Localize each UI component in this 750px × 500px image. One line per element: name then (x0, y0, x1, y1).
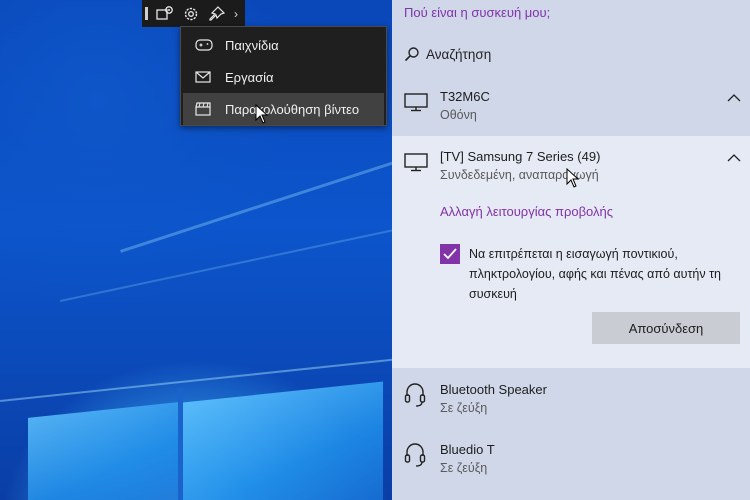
device-name: Bluedio T (440, 442, 495, 457)
menu-item-games[interactable]: Παιχνίδια (181, 29, 386, 61)
video-clapper-icon (195, 102, 215, 116)
disconnect-button[interactable]: Αποσύνδεση (592, 312, 740, 344)
light-beam (60, 212, 392, 302)
headset-icon (404, 442, 426, 473)
connect-panel: Πού είναι η συσκευή μου; Αναζήτηση T32M6… (392, 0, 750, 500)
windows-logo-divider (178, 387, 183, 500)
device-status: Σε ζεύξη (440, 401, 488, 415)
windows-logo-pane (183, 381, 383, 500)
device-name: T32M6C (440, 89, 490, 104)
device-name: [TV] Samsung 7 Series (49) (440, 149, 601, 164)
monitor-icon (404, 152, 428, 177)
checkmark-icon (443, 248, 457, 260)
drag-handle[interactable] (145, 7, 148, 20)
chevron-right-icon[interactable]: › (234, 7, 238, 21)
device-status: Σε ζεύξη (440, 461, 488, 475)
menu-item-watch-video[interactable]: Παρακολούθηση βίντεο (183, 93, 384, 125)
windows-logo-pane (28, 402, 178, 500)
light-beam (120, 120, 392, 253)
mail-icon (195, 71, 215, 83)
monitor-icon (404, 92, 428, 117)
where-is-my-device-link[interactable]: Πού είναι η συσκευή μου; (404, 5, 550, 20)
chevron-up-icon[interactable] (726, 153, 742, 163)
chevron-up-icon[interactable] (726, 93, 742, 103)
search-label: Αναζήτηση (426, 46, 492, 62)
device-status: Συνδεδεμένη, αναπαραγωγή (440, 168, 599, 182)
settings-icon[interactable] (180, 3, 202, 25)
headset-icon (404, 382, 426, 413)
device-item-samsung-tv[interactable]: [TV] Samsung 7 Series (49) Συνδεδεμένη, … (392, 136, 750, 368)
allow-input-checkbox[interactable] (440, 244, 460, 264)
device-item-t32m6c[interactable]: T32M6C Οθόνη (392, 80, 750, 136)
screen-capture-icon[interactable] (154, 3, 176, 25)
menu-item-label: Παιχνίδια (225, 37, 279, 53)
device-item-bluedio-t[interactable]: Bluedio T Σε ζεύξη (392, 428, 750, 488)
device-status: Οθόνη (440, 108, 477, 122)
search-icon (404, 46, 420, 62)
device-name: Bluetooth Speaker (440, 382, 547, 397)
gamepad-icon (195, 39, 215, 51)
pin-icon[interactable] (206, 3, 228, 25)
change-projection-mode-link[interactable]: Αλλαγή λειτουργίας προβολής (440, 204, 613, 219)
profile-menu: Παιχνίδια Εργασία Παρακολούθηση βίντεο (180, 26, 387, 126)
device-item-bluetooth-speaker[interactable]: Bluetooth Speaker Σε ζεύξη (392, 368, 750, 428)
game-bar-toolbar: › (142, 0, 245, 27)
menu-item-label: Εργασία (225, 69, 274, 85)
search-button[interactable]: Αναζήτηση (404, 44, 491, 64)
allow-input-label: Να επιτρέπεται η εισαγωγή ποντικιού, πλη… (469, 247, 721, 301)
menu-item-work[interactable]: Εργασία (181, 61, 386, 93)
menu-item-label: Παρακολούθηση βίντεο (225, 101, 360, 117)
